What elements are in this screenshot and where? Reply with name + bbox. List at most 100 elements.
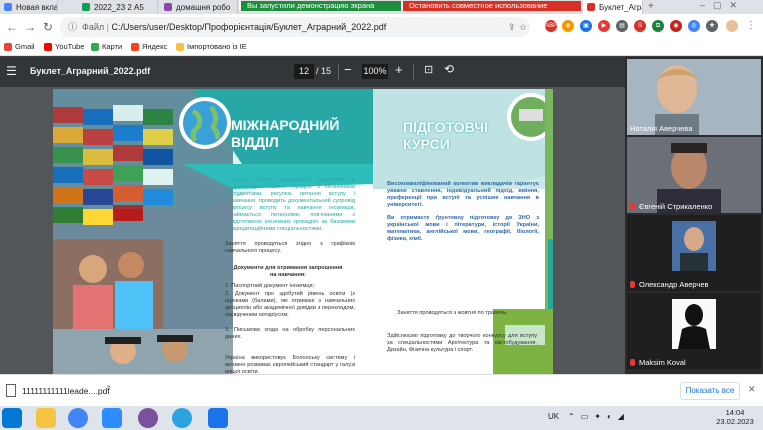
participant-name: Олександр Аверчев [639,280,709,289]
app-icon[interactable] [208,408,228,428]
mic-muted-icon [630,203,635,210]
participant-name: Євгеній Стрикаленко [639,202,713,211]
docs-title: Документи для отримання запрошення на на… [233,265,343,278]
extension-icon[interactable]: ⧉ [652,20,664,32]
rotate-icon[interactable]: ⟲ [444,62,454,76]
taskbar: UK ⌃▭✦◐◢ 14:04 23.02.2023 [0,406,763,430]
mic-muted-icon [630,281,635,288]
bookmarks-bar: Gmail YouTube Карти Яндекс Імпортовано і… [0,40,763,56]
bookmark-yandex[interactable]: Яндекс [131,42,167,51]
fit-page-icon[interactable]: ⊡ [424,63,433,76]
docs-item: 2. Документ про здобутий рівень освіти (… [225,291,355,318]
tab-schedule[interactable]: 2022_23 2 А5 [78,0,158,14]
address-row: ← → ↻ ⓘ Файл | C:/Users/user/Desktop/Про… [0,14,763,40]
pdf-toolbar: ☰ Буклет_Аграрний_2022.pdf 12 / 15 − 100… [0,57,625,87]
window-controls[interactable]: –▢✕ [700,0,745,11]
participant-tile[interactable]: Наталія Аверчева [627,59,761,135]
back-icon[interactable]: ← [4,19,20,35]
page-number-input[interactable]: 12 [294,64,314,79]
star-icon[interactable]: ☆ [519,17,527,37]
pdf-viewport[interactable]: МІЖНАРОДНИЙ ВІДДІЛ ПІДГОТОВЧІ КУРСИ Відд… [0,87,625,374]
chrome-icon[interactable] [68,408,88,428]
bookmark-folder-ie[interactable]: Імпортовано із IE [176,42,247,51]
docs-item: 1. Паспортний документ іноземця; [225,283,315,289]
download-bar: 11111111111leade....pdf ⌃ Показать все ✕ [0,374,763,406]
extension-icon[interactable]: ◉ [670,20,682,32]
address-bar[interactable]: ⓘ Файл | C:/Users/user/Desktop/Профорієн… [60,17,530,37]
video-call-panel: Наталія Аверчева Євгеній Стрикаленко Оле… [625,57,763,374]
left-title: МІЖНАРОДНИЙ ВІДДІЛ [231,117,340,150]
youtube-ext-icon[interactable]: ▶ [598,20,610,32]
youtube-icon [44,42,52,51]
menu-icon[interactable]: ☰ [6,64,17,78]
windows-start-icon[interactable] [2,408,22,428]
booklet-page: МІЖНАРОДНИЙ ВІДДІЛ ПІДГОТОВЧІ КУРСИ Відд… [53,89,553,374]
bookmark-youtube[interactable]: YouTube [44,42,84,51]
zoom-icon[interactable] [102,408,122,428]
extension-icon[interactable]: ◈ [562,20,574,32]
menu-icon[interactable]: ⋮ [745,20,757,32]
bookmark-maps[interactable]: Карти [91,42,122,51]
extension-icon[interactable]: S [634,20,646,32]
right-title: ПІДГОТОВЧІ КУРСИ [403,119,488,152]
show-all-button[interactable]: Показать все [680,382,740,400]
file-explorer-icon[interactable] [36,408,56,428]
zoom-out-icon[interactable]: − [344,62,352,77]
schedule-text: Заняття проводяться з жовтня по травень. [397,310,508,316]
docs-item: 3. Письмова згода на обробку персональни… [225,327,355,340]
participant-name: Наталія Аверчева [630,124,693,133]
avatar[interactable] [726,20,738,32]
download-item[interactable]: 11111111111leade....pdf [22,386,110,396]
zoom-in-icon[interactable]: + [395,62,403,77]
extension-icon[interactable]: ▣ [580,20,592,32]
file-icon [6,384,16,397]
screen-share-status: Вы запустили демонстрацию экрана [241,1,401,11]
creative-text: Здійснюємо підготовку до творчого конкур… [387,333,537,353]
share-icon[interactable]: ⇪ [508,17,516,37]
forward-icon[interactable]: → [22,19,38,35]
tab-favicon-icon [4,3,12,11]
divider [413,64,414,79]
viber-icon[interactable] [138,408,158,428]
pdf-filename: Буклет_Аграрний_2022.pdf [30,66,151,76]
language-indicator[interactable]: UK [548,412,559,421]
yandex-icon [131,42,139,51]
left-schedule: Заняття проводяться згідно з графіком на… [225,241,355,254]
participant-tile[interactable]: Maksim Koval [627,293,761,369]
reload-icon[interactable]: ↻ [40,19,56,35]
chevron-up-icon[interactable]: ⌃ [105,384,113,395]
participant-photo [672,221,716,271]
bologna-text: Україна використовує Болонську систему і… [225,355,355,374]
new-tab-icon[interactable]: + [648,1,654,12]
abp-icon[interactable]: ABP [545,20,557,32]
folder-icon [176,42,184,51]
page-total: / 15 [316,66,332,76]
clock[interactable]: 14:04 23.02.2023 [715,408,755,426]
tray-icons[interactable]: ⌃▭✦◐◢ [568,412,630,421]
maps-icon [91,42,99,51]
bookmark-gmail[interactable]: Gmail [4,42,35,51]
mic-muted-icon [630,359,635,366]
participant-photo [672,299,716,349]
puzzle-icon[interactable]: ✚ [706,20,718,32]
right-intro: Висококваліфікований колектив викладачів… [387,181,539,208]
gmail-icon [4,42,12,51]
tab-favicon-icon [82,3,90,11]
left-intro: Відділ «Центр довузівської підготовки та… [231,177,355,232]
zno-text: Ви отримаєте ґрунтовну підготовку до ЗНО… [387,215,539,242]
divider [338,64,339,79]
extension-icon[interactable]: ◎ [688,20,700,32]
participant-tile[interactable]: Олександр Аверчев [627,215,761,291]
telegram-icon[interactable] [172,408,192,428]
stop-sharing-button[interactable]: Остановить совместное использование [403,1,581,11]
url-text: C:/Users/user/Desktop/Профорієнтація/Бук… [111,22,387,32]
tab-homework[interactable]: домашня робо [160,0,238,14]
screen-share-bar: Вы запустили демонстрацию экрана Останов… [238,0,583,11]
participant-tile[interactable]: Євгеній Стрикаленко [627,137,761,213]
extension-icon[interactable]: ▤ [616,20,628,32]
tab-booklet[interactable]: Буклет_Агра [583,0,643,14]
tab-new[interactable]: Новая вкладк [0,0,58,14]
tab-favicon-icon [164,3,172,11]
zoom-input[interactable]: 100% [362,64,388,79]
close-icon[interactable]: ✕ [748,384,756,395]
